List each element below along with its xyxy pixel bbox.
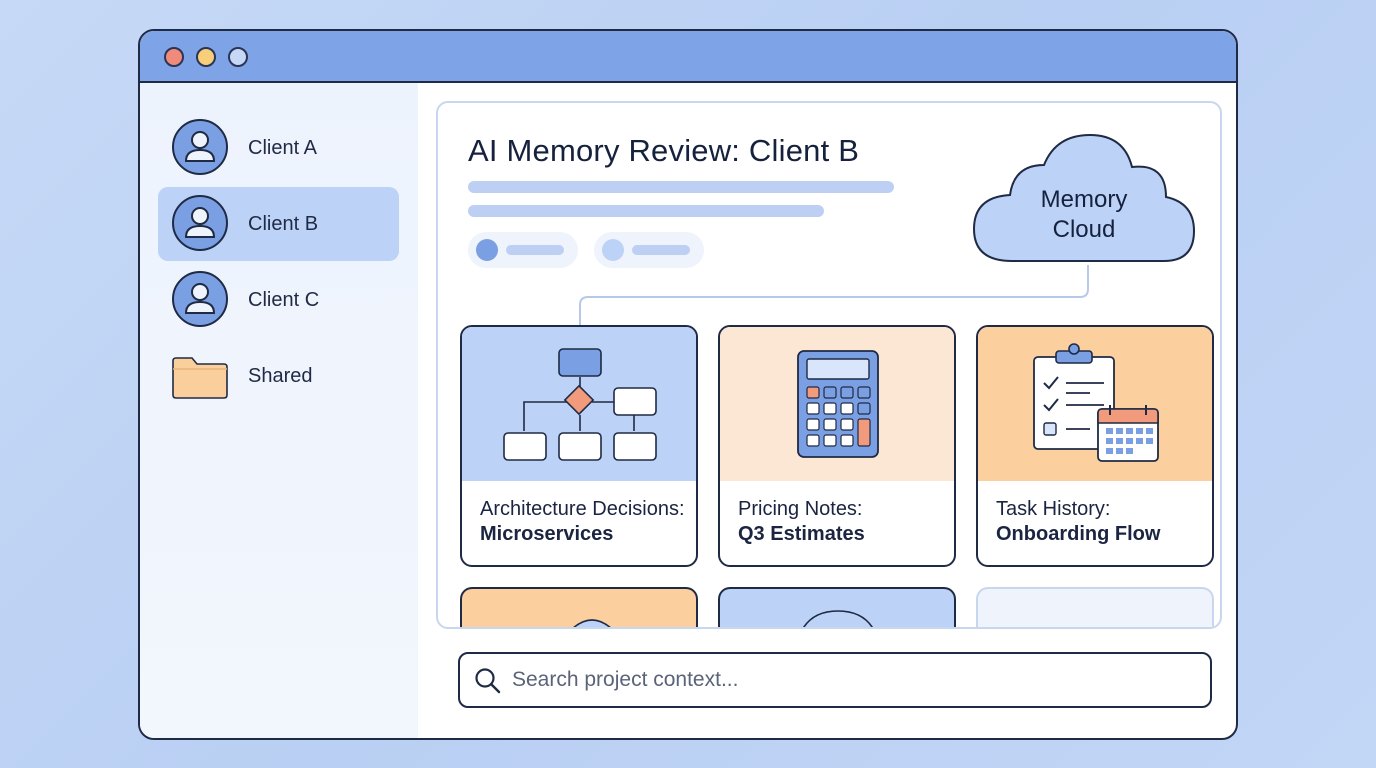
title-bar xyxy=(140,31,1236,83)
sidebar-item-client-b[interactable]: Client B xyxy=(158,187,399,261)
sidebar-item-label: Client B xyxy=(248,212,319,235)
calculator-icon xyxy=(797,350,879,458)
card-art xyxy=(462,327,696,481)
flowchart-icon xyxy=(503,348,657,461)
cloud-label-line: Memory xyxy=(1040,186,1128,213)
maximize-button[interactable] xyxy=(228,47,248,67)
minimize-button[interactable] xyxy=(196,47,216,67)
sidebar-item-label: Shared xyxy=(248,364,313,387)
card-subtitle: Microservices xyxy=(480,523,614,545)
card-title: Architecture Decisions: xyxy=(480,498,685,520)
sidebar-item-label: Client C xyxy=(248,288,320,311)
card-subtitle: Q3 Estimates xyxy=(738,523,865,545)
search-icon[interactable] xyxy=(474,667,502,695)
memory-card-partial[interactable] xyxy=(976,587,1214,627)
user-avatar-icon xyxy=(172,271,228,327)
card-title: Pricing Notes: xyxy=(738,498,863,520)
card-title: Task History: xyxy=(996,498,1111,520)
card-art xyxy=(720,327,954,481)
user-avatar-icon xyxy=(172,119,228,175)
sidebar: Client A Client B Client C Shared xyxy=(140,83,418,738)
card-subtitle: Onboarding Flow xyxy=(996,523,1161,545)
sidebar-item-client-c[interactable]: Client C xyxy=(158,263,399,337)
app-window: Client A Client B Client C Shared AI Mem… xyxy=(138,29,1238,740)
memory-card-task-history[interactable]: Task History: Onboarding Flow xyxy=(976,325,1214,567)
sidebar-item-shared[interactable]: Shared xyxy=(158,339,399,413)
user-avatar-icon xyxy=(172,195,228,251)
search-bar xyxy=(458,652,1212,708)
card-art xyxy=(978,327,1212,481)
search-input[interactable] xyxy=(512,662,1192,698)
memory-card-pricing[interactable]: Pricing Notes: Q3 Estimates xyxy=(718,325,956,567)
clipboard-calendar-icon xyxy=(1033,343,1159,462)
cloud-label-line: Cloud xyxy=(1052,216,1116,243)
cloud-label: Memory Cloud xyxy=(1014,185,1154,245)
card-caption: Pricing Notes: Q3 Estimates xyxy=(738,497,865,547)
folder-icon xyxy=(172,357,228,399)
memory-card-architecture[interactable]: Architecture Decisions: Microservices xyxy=(460,325,698,567)
card-caption: Task History: Onboarding Flow xyxy=(996,497,1160,547)
memory-panel: AI Memory Review: Client B Memory Cloud xyxy=(436,101,1222,629)
sidebar-item-client-a[interactable]: Client A xyxy=(158,111,399,185)
globe-icon xyxy=(803,610,873,627)
cloud-icon xyxy=(573,619,611,627)
memory-card-partial[interactable] xyxy=(460,587,698,627)
card-caption: Architecture Decisions: Microservices xyxy=(480,497,685,547)
close-button[interactable] xyxy=(164,47,184,67)
sidebar-item-label: Client A xyxy=(248,136,317,159)
memory-card-partial[interactable] xyxy=(718,587,956,627)
